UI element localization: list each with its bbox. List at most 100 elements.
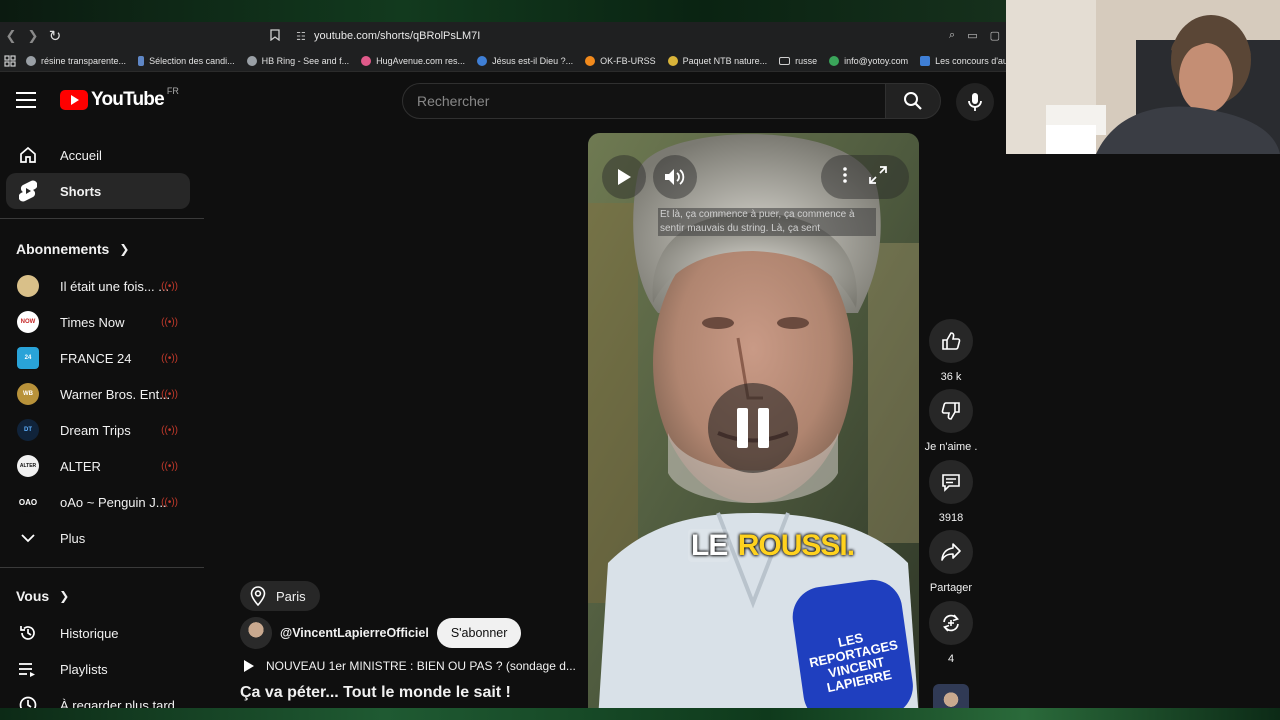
sidebar: Accueil Shorts Abonnements ❯ Il était un… [0,128,206,720]
forward-icon[interactable]: ❯ [22,22,44,50]
player-controls-group [821,155,909,199]
bookmark-item[interactable]: résine transparente... [26,55,126,66]
play-icon [244,660,254,672]
location-chip[interactable]: Paris [240,581,320,611]
bookmark-star-icon[interactable] [270,28,280,44]
dislike-button[interactable] [929,389,973,433]
burned-in-subtitle: LE ROUSSI. [682,525,860,567]
channel-handle[interactable]: @VincentLapierreOfficiel [280,626,429,640]
channel-avatar: 24 [17,347,39,369]
sidebar-item-playlists[interactable]: Playlists [6,651,190,687]
chevron-down-icon [16,526,40,550]
video-title[interactable]: Ça va péter... Tout le monde le sait ! [240,684,511,702]
you-heading[interactable]: Vous ❯ [16,588,69,604]
extension-icon[interactable]: ▢ [990,29,1000,42]
play-button[interactable] [602,155,646,199]
like-button[interactable] [929,319,973,363]
apps-grid-icon[interactable] [4,54,16,67]
live-indicator-icon: ((•)) [161,352,178,364]
bookmark-favicon [829,55,840,66]
bookmark-favicon [138,55,145,66]
country-code: FR [166,86,179,96]
sidebar-item-subscription[interactable]: ALTER ALTER ((•)) [6,448,190,484]
remix-button[interactable] [929,601,973,645]
bookmark-item[interactable]: Les concours d'au... [920,55,1006,66]
shorts-video-player[interactable]: Et là, ça commence à puer, ça commence à… [588,133,919,720]
bookmark-favicon [667,55,678,66]
sidebar-item-subscription[interactable]: WB Warner Bros. Ent... ((•)) [6,376,190,412]
bookmark-favicon [26,55,36,66]
sidebar-item-home[interactable]: Accueil [6,137,190,173]
address-bar-actions: ⌕ ▭ ▢ [949,29,1000,42]
playlist-link[interactable]: NOUVEAU 1er MINISTRE : BIEN OU PAS ? (so… [243,659,576,673]
channel-avatar: DT [17,419,39,441]
home-icon [16,143,40,167]
search-button[interactable] [885,83,941,119]
auto-caption-text: Et là, ça commence à puer, ça commence à… [658,208,876,236]
sidebar-item-subscription[interactable]: DT Dream Trips ((•)) [6,412,190,448]
live-indicator-icon: ((•)) [161,424,178,436]
share-arrow-icon [941,543,961,561]
subscribe-button[interactable]: S'abonner [436,618,522,648]
location-pin-icon [250,586,266,606]
sidebar-item-subscription[interactable]: NOW Times Now ((•)) [6,304,190,340]
cast-icon[interactable]: ▭ [967,29,977,42]
voice-search-button[interactable] [956,83,994,121]
live-indicator-icon: ((•)) [161,460,178,472]
reload-icon[interactable]: ↻ [44,22,66,50]
bookmark-folder[interactable]: russe [779,56,817,66]
bookmark-item[interactable]: info@yotoy.com [829,55,908,66]
volume-button[interactable] [653,155,697,199]
channel-avatar: ALTER [17,455,39,477]
sidebar-item-subscription[interactable]: OAO oAo ~ Penguin J... ((•)) [6,484,190,520]
like-action: 36 k [929,319,973,383]
search-input[interactable]: Rechercher [402,83,886,119]
channel-avatar: NOW [17,311,39,333]
remix-count: 4 [947,653,955,665]
share-action: Partager [929,530,973,594]
address-bar[interactable]: ☷ youtube.com/shorts/qBRolPsLM7I ⌕ ▭ ▢ [258,25,1006,47]
thumbs-up-icon [942,332,961,350]
play-icon [618,169,631,185]
microphone-icon [968,93,982,111]
subscriptions-heading[interactable]: Abonnements ❯ [16,241,129,257]
pause-icon [737,408,769,448]
sidebar-item-history[interactable]: Historique [6,615,190,651]
folder-icon [779,56,791,65]
channel-avatar[interactable] [240,617,272,649]
sound-channel-avatar[interactable] [933,684,969,710]
chevron-right-icon: ❯ [59,589,70,603]
sidebar-item-more[interactable]: Plus [6,520,190,556]
site-settings-icon[interactable]: ☷ [296,30,306,43]
channel-avatar: OAO [17,491,39,513]
channel-avatar: WB [17,383,39,405]
bookmark-item[interactable]: HugAvenue.com res... [361,55,465,66]
live-indicator-icon: ((•)) [161,388,178,400]
bookmark-favicon [361,55,372,66]
bookmark-item[interactable]: Paquet NTB nature... [667,55,767,66]
bookmark-item[interactable]: HB Ring - See and f... [246,55,349,66]
youtube-logo[interactable]: YouTube FR [60,86,179,111]
bookmark-favicon [477,55,488,66]
logo-text: YouTube [91,89,165,110]
live-indicator-icon: ((•)) [161,496,178,508]
share-button[interactable] [929,530,973,574]
zoom-icon[interactable]: ⌕ [949,29,955,42]
menu-icon[interactable] [16,92,36,108]
bookmark-item[interactable]: OK-FB-URSS [585,55,656,66]
fullscreen-icon[interactable] [869,165,887,189]
more-options-icon[interactable] [843,166,847,188]
remix-action: 4 [929,601,973,665]
volume-icon [665,169,685,185]
bookmark-item[interactable]: Jésus est-il Dieu ?... [477,55,573,66]
sidebar-item-shorts[interactable]: Shorts [6,173,190,209]
webcam-overlay [1006,0,1280,154]
pause-button[interactable] [708,383,798,473]
comments-button[interactable] [929,460,973,504]
sidebar-item-subscription[interactable]: 24 FRANCE 24 ((•)) [6,340,190,376]
bookmark-favicon [585,55,596,66]
url-text[interactable]: youtube.com/shorts/qBRolPsLM7I [314,30,480,42]
back-icon[interactable]: ❮ [0,22,22,50]
sidebar-item-subscription[interactable]: Il était une fois... ... ((•)) [6,268,190,304]
bookmark-item[interactable]: Sélection des candi... [138,55,235,66]
